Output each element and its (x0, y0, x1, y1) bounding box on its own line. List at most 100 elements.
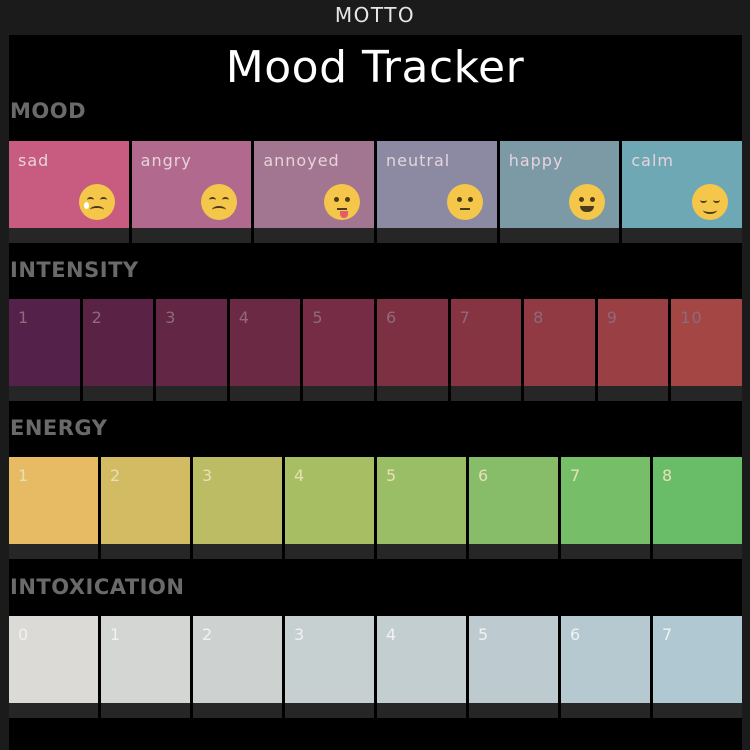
energy-option-7[interactable]: 7 (561, 457, 650, 559)
intensity-option-3[interactable]: 3 (156, 299, 227, 401)
intensity-value-label: 3 (165, 308, 177, 327)
tile-base (82, 386, 154, 401)
mood-options: sad angry annoyed neutral happy calm (9, 141, 743, 243)
intensity-section-label: INTENSITY (10, 258, 139, 282)
intoxication-options: 0 1 2 3 4 5 6 7 (9, 616, 742, 718)
tile-base (254, 228, 375, 243)
mood-label: calm (631, 151, 674, 170)
intensity-swatch: 6 (376, 299, 448, 386)
tile-base (193, 544, 282, 559)
intensity-option-1[interactable]: 1 (9, 299, 80, 401)
tile-base (229, 386, 301, 401)
tile-base (377, 544, 466, 559)
energy-swatch: 8 (653, 457, 742, 544)
intoxication-swatch: 4 (377, 616, 466, 703)
mood-option-happy[interactable]: happy (499, 141, 620, 243)
tile-base (101, 544, 190, 559)
tile-base (9, 386, 80, 401)
intensity-option-8[interactable]: 8 (524, 299, 595, 401)
mood-label: sad (18, 151, 50, 170)
mood-option-neutral[interactable]: neutral (377, 141, 497, 243)
intensity-value-label: 9 (606, 308, 618, 327)
energy-option-6[interactable]: 6 (469, 457, 558, 559)
tile-base (561, 703, 650, 718)
intensity-option-6[interactable]: 6 (376, 299, 448, 401)
intensity-swatch: 7 (450, 299, 522, 386)
intensity-swatch: 3 (156, 299, 227, 386)
mood-label: annoyed (263, 151, 340, 170)
intensity-value-label: 2 (91, 308, 103, 327)
intoxication-option-7[interactable]: 7 (653, 616, 742, 718)
intoxication-value-label: 0 (18, 625, 30, 644)
intensity-option-2[interactable]: 2 (82, 299, 154, 401)
intoxication-option-6[interactable]: 6 (561, 616, 650, 718)
intensity-swatch: 10 (671, 299, 742, 386)
tile-base (303, 386, 374, 401)
energy-value-label: 5 (386, 466, 398, 485)
tile-base (377, 228, 497, 243)
tile-base (653, 544, 742, 559)
energy-option-5[interactable]: 5 (377, 457, 466, 559)
intensity-swatch: 1 (9, 299, 80, 386)
energy-swatch: 7 (561, 457, 650, 544)
energy-swatch: 4 (285, 457, 374, 544)
intoxication-swatch: 1 (101, 616, 190, 703)
intoxication-option-3[interactable]: 3 (285, 616, 374, 718)
energy-option-1[interactable]: 1 (9, 457, 98, 559)
tile-base (9, 703, 98, 718)
intoxication-swatch: 2 (193, 616, 282, 703)
mood-label: angry (140, 151, 192, 170)
tile-base (101, 703, 190, 718)
tile-base (499, 228, 620, 243)
intoxication-value-label: 5 (478, 625, 490, 644)
energy-swatch: 6 (469, 457, 558, 544)
energy-option-2[interactable]: 2 (101, 457, 190, 559)
energy-value-label: 2 (110, 466, 122, 485)
right-border (742, 35, 750, 750)
energy-value-label: 8 (662, 466, 674, 485)
intoxication-option-0[interactable]: 0 (9, 616, 98, 718)
tile-base (377, 703, 466, 718)
intensity-value-label: 1 (18, 308, 30, 327)
intoxication-option-4[interactable]: 4 (377, 616, 466, 718)
energy-value-label: 6 (478, 466, 490, 485)
intoxication-option-5[interactable]: 5 (469, 616, 558, 718)
energy-option-3[interactable]: 3 (193, 457, 282, 559)
smiling-face-icon (569, 184, 606, 220)
tile-base (9, 544, 98, 559)
tile-base (285, 544, 374, 559)
tile-base (9, 228, 129, 243)
mood-option-angry[interactable]: angry (131, 141, 252, 243)
mood-option-sad[interactable]: sad (9, 141, 129, 243)
intoxication-section-label: INTOXICATION (10, 575, 185, 599)
intoxication-swatch: 5 (469, 616, 558, 703)
intoxication-swatch: 3 (285, 616, 374, 703)
mood-option-annoyed[interactable]: annoyed (254, 141, 375, 243)
intoxication-value-label: 7 (662, 625, 674, 644)
intensity-option-5[interactable]: 5 (303, 299, 374, 401)
tile-base (524, 386, 595, 401)
tile-base (193, 703, 282, 718)
intensity-swatch: 4 (229, 299, 301, 386)
energy-option-8[interactable]: 8 (653, 457, 742, 559)
intensity-option-7[interactable]: 7 (450, 299, 522, 401)
tile-base (131, 228, 252, 243)
brand-logo: MOTTO (334, 3, 416, 27)
intensity-option-9[interactable]: 9 (597, 299, 669, 401)
intensity-option-4[interactable]: 4 (229, 299, 301, 401)
mood-label: neutral (386, 151, 451, 170)
tile-base (450, 386, 522, 401)
energy-value-label: 3 (202, 466, 214, 485)
energy-option-4[interactable]: 4 (285, 457, 374, 559)
intensity-swatch: 8 (524, 299, 595, 386)
page-title: Mood Tracker (225, 42, 525, 93)
mood-swatch: angry (131, 141, 252, 228)
intoxication-option-1[interactable]: 1 (101, 616, 190, 718)
intensity-swatch: 9 (597, 299, 669, 386)
intoxication-option-2[interactable]: 2 (193, 616, 282, 718)
energy-swatch: 1 (9, 457, 98, 544)
tile-base (597, 386, 669, 401)
intensity-options: 1 2 3 4 5 6 7 8 9 10 (9, 299, 742, 401)
mood-option-calm[interactable]: calm (622, 141, 743, 243)
intensity-option-10[interactable]: 10 (671, 299, 742, 401)
